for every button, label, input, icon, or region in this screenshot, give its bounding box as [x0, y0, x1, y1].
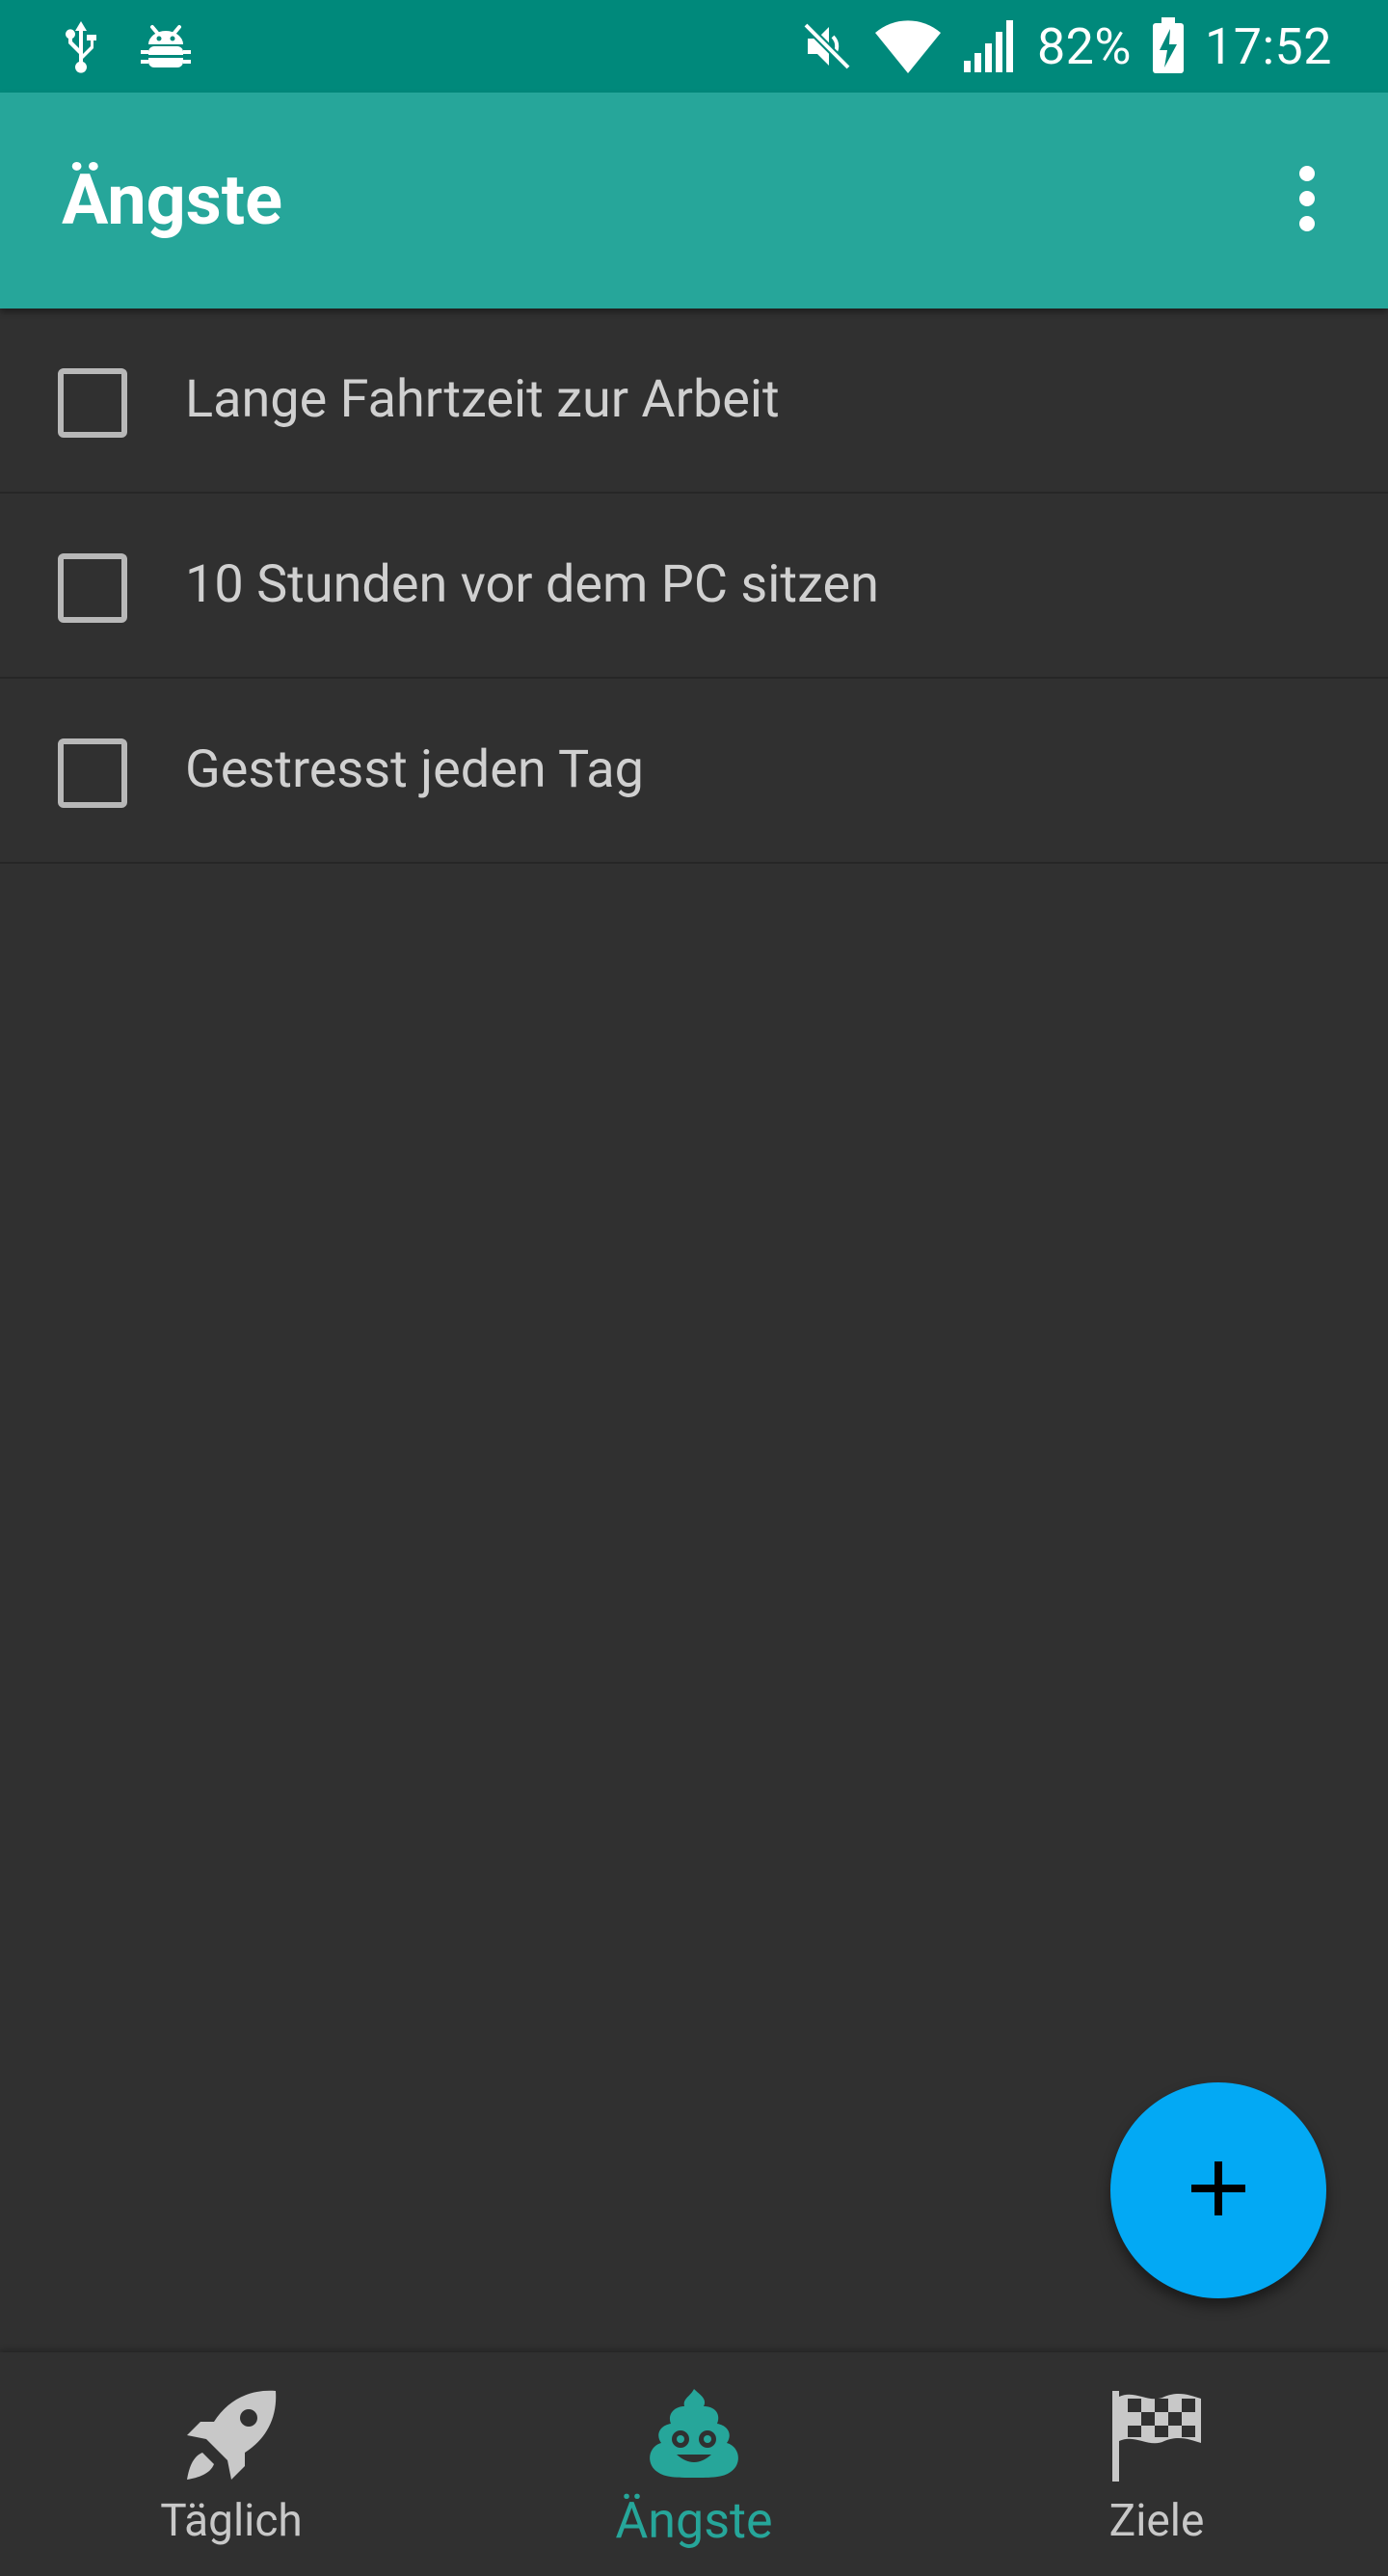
wifi-icon	[873, 17, 943, 75]
item-checkbox[interactable]	[58, 738, 127, 808]
nav-item-ziele[interactable]: Ziele	[925, 2352, 1388, 2576]
fears-list: Lange Fahrtzeit zur Arbeit 10 Stunden vo…	[0, 309, 1388, 864]
nav-item-taeglich[interactable]: Täglich	[0, 2352, 463, 2576]
nav-label: Ängste	[615, 2491, 773, 2550]
android-debug-icon	[139, 19, 193, 73]
item-checkbox[interactable]	[58, 368, 127, 438]
battery-charging-icon	[1151, 17, 1186, 75]
battery-percent: 82%	[1036, 16, 1132, 76]
item-checkbox[interactable]	[58, 553, 127, 623]
list-item[interactable]: Lange Fahrtzeit zur Arbeit	[0, 309, 1388, 494]
item-label: Lange Fahrtzeit zur Arbeit	[185, 369, 780, 430]
clock: 17:52	[1205, 16, 1332, 76]
rocket-icon	[181, 2385, 281, 2489]
app-bar: Ängste	[0, 93, 1388, 309]
item-label: 10 Stunden vor dem PC sitzen	[185, 554, 879, 615]
nav-item-aengste[interactable]: Ängste	[463, 2352, 925, 2576]
more-vert-icon	[1297, 164, 1317, 237]
nav-label: Täglich	[160, 2495, 303, 2547]
mute-icon	[800, 19, 854, 73]
checkered-flag-icon	[1107, 2385, 1207, 2489]
list-item[interactable]: 10 Stunden vor dem PC sitzen	[0, 494, 1388, 679]
usb-icon	[60, 19, 102, 73]
poop-icon	[644, 2385, 744, 2489]
signal-icon	[962, 18, 1018, 74]
plus-icon	[1189, 2160, 1247, 2221]
item-label: Gestresst jeden Tag	[185, 739, 644, 800]
list-item[interactable]: Gestresst jeden Tag	[0, 679, 1388, 864]
status-bar: 82% 17:52	[0, 0, 1388, 93]
page-title: Ängste	[62, 159, 282, 241]
bottom-navigation: Täglich Ängste Ziele	[0, 2352, 1388, 2576]
add-button[interactable]	[1110, 2082, 1326, 2298]
more-options-button[interactable]	[1261, 154, 1353, 247]
nav-label: Ziele	[1108, 2495, 1205, 2547]
